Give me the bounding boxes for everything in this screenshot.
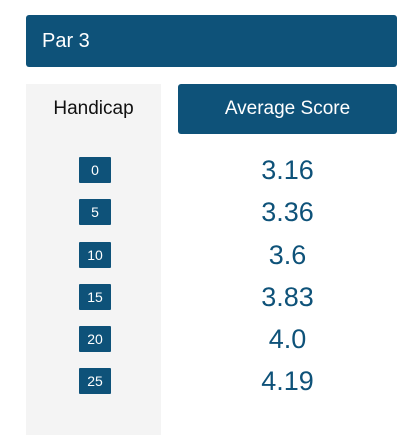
handicap-badge: 15 [79,284,111,310]
average-score-value: 4.0 [268,323,307,354]
table-row: 5 3.36 [0,193,411,231]
handicap-badge: 10 [79,242,111,268]
average-score-value: 3.83 [261,281,314,312]
table-row: 10 3.6 [0,236,411,274]
table-row: 25 4.19 [0,362,411,400]
table-row: 0 3.16 [0,151,411,189]
handicap-badge: 20 [79,326,111,352]
average-score-value: 3.16 [261,154,314,185]
handicap-badge: 5 [79,199,111,225]
par-header: Par 3 [26,15,397,67]
average-score-value: 3.36 [261,196,314,227]
average-score-value: 4.19 [261,365,314,396]
table-row: 15 3.83 [0,278,411,316]
table-row: 20 4.0 [0,320,411,358]
handicap-column-header: Handicap [53,98,134,119]
average-score-value: 3.6 [268,239,307,270]
average-score-column-header: Average Score [178,84,397,134]
handicap-badge: 25 [79,368,111,394]
handicap-badge: 0 [79,157,111,183]
page-title: Par 3 [42,29,90,52]
